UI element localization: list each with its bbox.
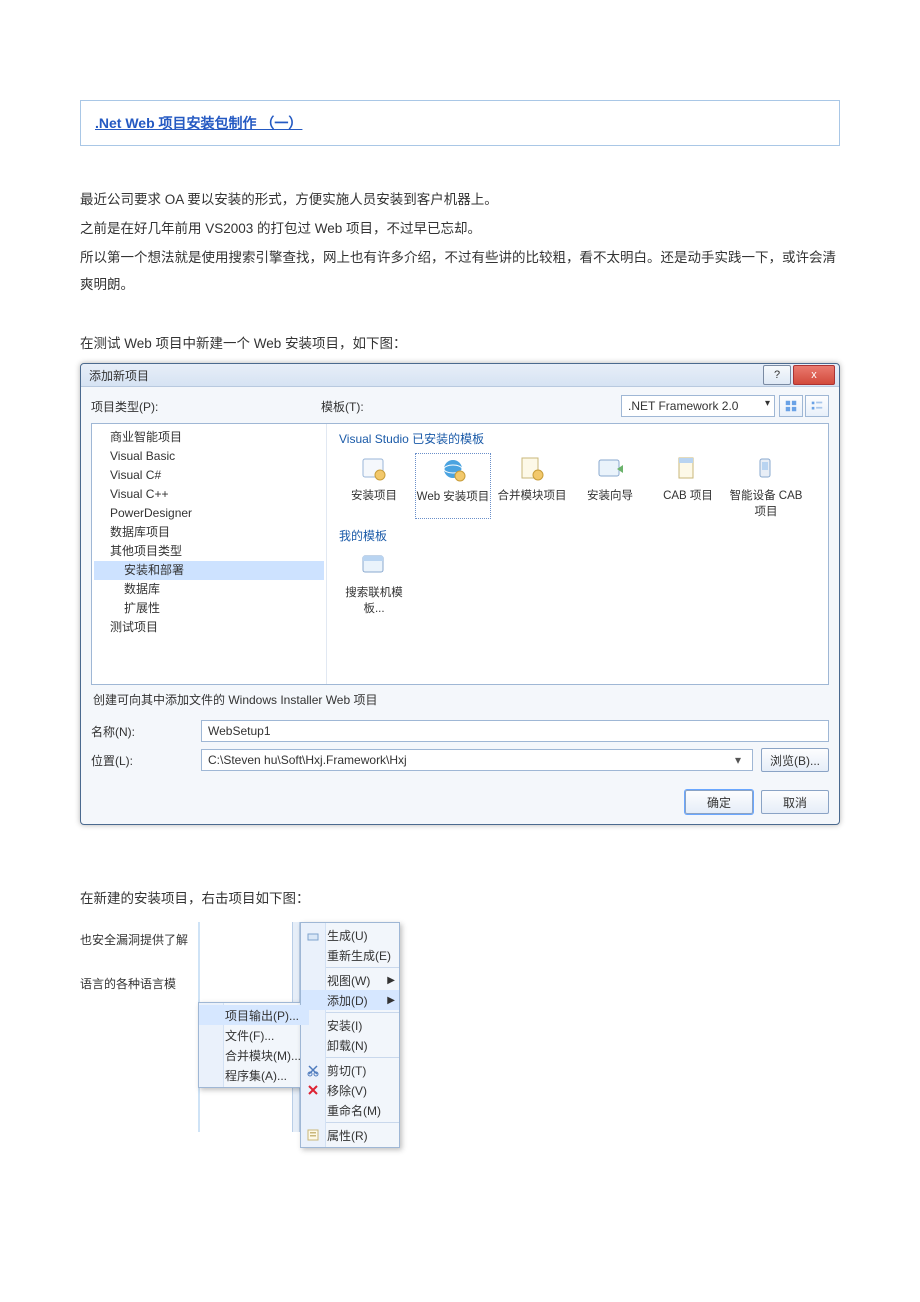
- tree-item[interactable]: 数据库: [94, 580, 324, 599]
- large-icons-button[interactable]: [779, 395, 803, 417]
- cancel-button[interactable]: 取消: [761, 790, 829, 814]
- my-templates-label: 我的模板: [339, 527, 820, 544]
- menu-item[interactable]: 属性(R): [301, 1125, 399, 1145]
- template-item-search-online[interactable]: 搜索联机模板...: [337, 550, 411, 616]
- close-button[interactable]: x: [793, 365, 835, 385]
- name-input[interactable]: WebSetup1: [201, 720, 829, 742]
- menu-item[interactable]: 程序集(A)...: [199, 1065, 309, 1085]
- chevron-right-icon: ▶: [387, 995, 395, 1006]
- tree-item[interactable]: PowerDesigner: [94, 504, 324, 523]
- chevron-down-icon: ▾: [730, 753, 746, 767]
- menu-item[interactable]: 视图(W)▶: [301, 970, 399, 990]
- browse-button[interactable]: 浏览(B)...: [761, 748, 829, 772]
- template-label: 模板(T):: [321, 398, 621, 415]
- template-icon: [358, 453, 390, 485]
- template-icon: [516, 453, 548, 485]
- menu-item[interactable]: 合并模块(M)...: [199, 1045, 309, 1065]
- tree-item[interactable]: Visual C++: [94, 485, 324, 504]
- template-item[interactable]: Web 安装项目: [415, 453, 491, 519]
- menu-item[interactable]: 剪切(T): [301, 1060, 399, 1080]
- ok-button[interactable]: 确定: [685, 790, 753, 814]
- title-box: .Net Web 项目安装包制作 （一）: [80, 100, 840, 146]
- dialog-title: 添加新项目: [89, 367, 761, 384]
- menu-item[interactable]: 卸载(N): [301, 1035, 399, 1055]
- template-item[interactable]: 智能设备 CAB 项目: [729, 453, 803, 519]
- template-description: 创建可向其中添加文件的 Windows Installer Web 项目: [91, 685, 829, 714]
- add-submenu[interactable]: 项目输出(P)... 文件(F)... 合并模块(M)... 程序集(A)...: [198, 1002, 310, 1088]
- template-icon: [672, 453, 704, 485]
- menu-item[interactable]: 重命名(M): [301, 1100, 399, 1120]
- small-icons-button[interactable]: [805, 395, 829, 417]
- template-icon: [437, 454, 469, 486]
- template-item[interactable]: 合并模块项目: [495, 453, 569, 519]
- menu-item[interactable]: 生成(U): [301, 925, 399, 945]
- installed-templates-label: Visual Studio 已安装的模板: [339, 430, 820, 447]
- menu-item[interactable]: 文件(F)...: [199, 1025, 309, 1045]
- location-combo[interactable]: C:\Steven hu\Soft\Hxj.Framework\Hxj ▾: [201, 749, 753, 771]
- tree-item[interactable]: 数据库项目: [94, 523, 324, 542]
- tree-item[interactable]: Visual Basic: [94, 447, 324, 466]
- props-icon: [305, 1127, 321, 1143]
- framework-combo[interactable]: .NET Framework 2.0: [621, 395, 775, 417]
- menu-item[interactable]: 移除(V): [301, 1080, 399, 1100]
- template-icon: [594, 453, 626, 485]
- menu-item[interactable]: 重新生成(E): [301, 945, 399, 965]
- background-text: 也安全漏洞提供了解: [80, 926, 198, 954]
- tree-item[interactable]: 测试项目: [94, 618, 324, 637]
- name-label: 名称(N):: [91, 723, 201, 740]
- background-text: 语言的各种语言模: [80, 970, 198, 998]
- chevron-right-icon: ▶: [387, 975, 395, 986]
- menu-item[interactable]: 安装(I): [301, 1015, 399, 1035]
- tree-item[interactable]: Visual C#: [94, 466, 324, 485]
- project-type-tree[interactable]: 商业智能项目Visual BasicVisual C#Visual C++Pow…: [92, 424, 327, 684]
- context-menu-figure: 也安全漏洞提供了解 语言的各种语言模 项目输出(P)... 文件(F)... 合…: [80, 922, 840, 1148]
- remove-icon: [305, 1082, 321, 1098]
- paragraph: 之前是在好几年前用 VS2003 的打包过 Web 项目，不过早已忘却。: [80, 215, 840, 242]
- location-label: 位置(L):: [91, 752, 201, 769]
- search-online-icon: [358, 550, 390, 582]
- tree-item[interactable]: 安装和部署: [94, 561, 324, 580]
- article-title-link[interactable]: .Net Web 项目安装包制作 （一）: [95, 115, 302, 131]
- cut-icon: [305, 1062, 321, 1078]
- tree-item[interactable]: 商业智能项目: [94, 428, 324, 447]
- build-icon: [305, 927, 321, 943]
- project-type-label: 项目类型(P):: [91, 398, 321, 415]
- paragraph: 最近公司要求 OA 要以安装的形式，方便实施人员安装到客户机器上。: [80, 186, 840, 213]
- paragraph: 在新建的安装项目，右击项目如下图：: [80, 885, 840, 912]
- tree-item[interactable]: 扩展性: [94, 599, 324, 618]
- context-menu[interactable]: 生成(U)重新生成(E) 视图(W)▶添加(D)▶ 安装(I)卸载(N) 剪切(T)移…: [300, 922, 400, 1148]
- template-item[interactable]: CAB 项目: [651, 453, 725, 519]
- help-button[interactable]: ?: [763, 365, 791, 385]
- dialog-titlebar[interactable]: 添加新项目 ? x: [81, 364, 839, 387]
- add-project-dialog: 添加新项目 ? x 项目类型(P): 模板(T): .NET Framework…: [80, 363, 840, 825]
- paragraph: 所以第一个想法就是使用搜索引擎查找，网上也有许多介绍，不过有些讲的比较粗，看不太…: [80, 244, 840, 298]
- template-item[interactable]: 安装项目: [337, 453, 411, 519]
- template-item[interactable]: 安装向导: [573, 453, 647, 519]
- menu-item[interactable]: 项目输出(P)...: [199, 1005, 309, 1025]
- menu-item[interactable]: 添加(D)▶: [301, 990, 399, 1010]
- tree-item[interactable]: 其他项目类型: [94, 542, 324, 561]
- template-icon: [750, 453, 782, 485]
- paragraph: 在测试 Web 项目中新建一个 Web 安装项目，如下图：: [80, 330, 840, 357]
